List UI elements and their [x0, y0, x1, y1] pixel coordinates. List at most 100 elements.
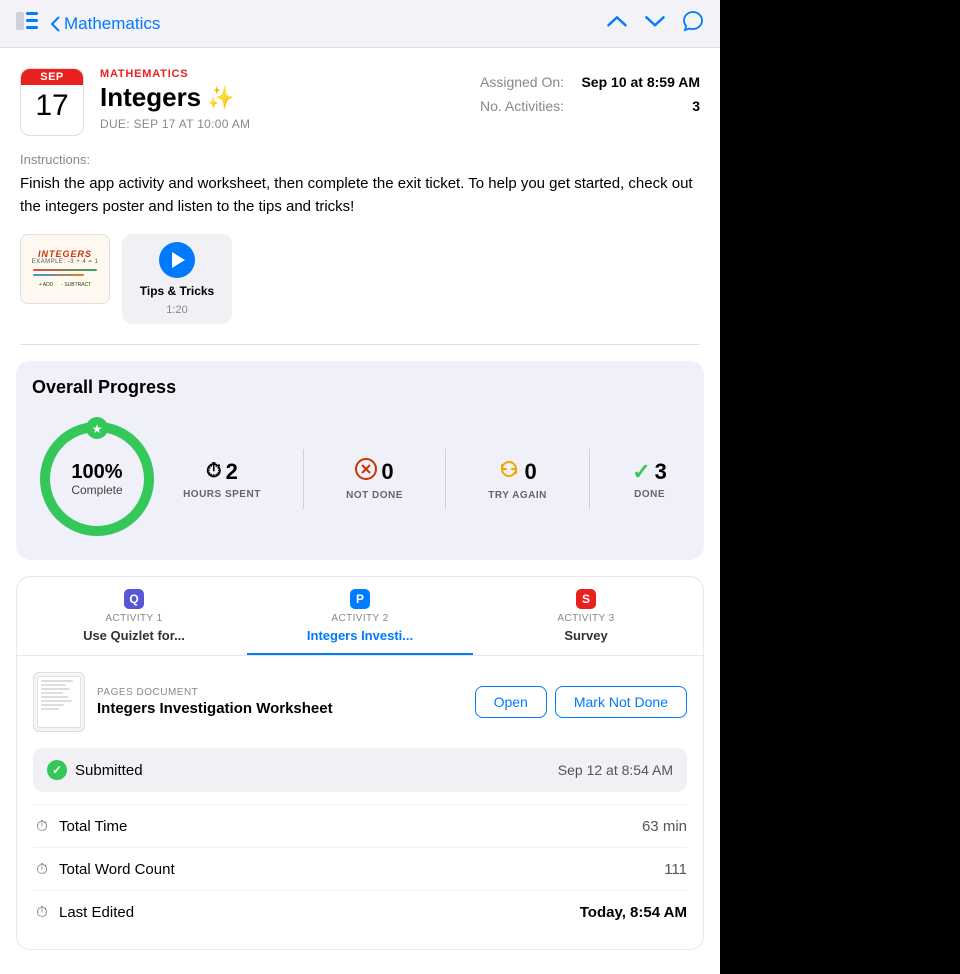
activity-2-number: ACTIVITY 2 — [331, 613, 388, 624]
word-count-icon: ⏱ — [33, 860, 51, 878]
total-time-icon: ⏱ — [33, 817, 51, 835]
sidebar-icon[interactable] — [16, 12, 38, 36]
progress-section: Overall Progress ★ 100% Com — [16, 361, 704, 560]
video-title: Tips & Tricks — [140, 284, 214, 298]
instructions-text: Finish the app activity and worksheet, t… — [20, 173, 700, 218]
submitted-left: ✓ Submitted — [47, 760, 143, 780]
total-time-value: 63 min — [642, 818, 687, 835]
calendar-day: 17 — [35, 85, 68, 124]
tips-tricks-video[interactable]: Tips & Tricks 1:20 — [122, 234, 232, 324]
activity-3-icon: S — [576, 589, 596, 609]
submitted-time: Sep 12 at 8:54 AM — [558, 762, 673, 778]
stat-try-again: 0 TRY AGAIN — [488, 458, 547, 501]
done-icon: ✓ — [632, 459, 650, 485]
activity-tab-3[interactable]: S ACTIVITY 3 Survey — [473, 577, 699, 655]
last-edited-icon: ⏱ — [33, 903, 51, 921]
activity-content: PAGES DOCUMENT Integers Investigation Wo… — [17, 656, 703, 949]
nav-right — [606, 10, 704, 37]
activity-tab-2[interactable]: P ACTIVITY 2 Integers Investi... — [247, 577, 473, 655]
hours-value: 2 — [226, 459, 238, 485]
activity-tab-1[interactable]: Q ACTIVITY 1 Use Quizlet for... — [21, 577, 247, 655]
last-edited-row: ⏱ Last Edited Today, 8:54 AM — [33, 890, 687, 933]
assignment-title-block: MATHEMATICS Integers ✨ DUE: SEP 17 AT 10… — [100, 68, 464, 131]
progress-circle: ★ 100% Complete — [32, 414, 162, 544]
last-edited-value: Today, 8:54 AM — [580, 904, 687, 921]
progress-inner-text: 100% Complete — [71, 461, 122, 497]
not-done-value: 0 — [381, 459, 393, 485]
stat-done: ✓ 3 DONE — [632, 459, 667, 500]
hours-label: HOURS SPENT — [183, 489, 261, 500]
doc-type: PAGES DOCUMENT — [97, 687, 463, 698]
progress-complete-label: Complete — [71, 483, 122, 497]
activity-1-number: ACTIVITY 1 — [105, 613, 162, 624]
stats-rows: ⏱ Total Time 63 min ⏱ Total Word Count 1… — [33, 804, 687, 933]
doc-thumbnail — [33, 672, 85, 732]
doc-name: Integers Investigation Worksheet — [97, 700, 463, 717]
try-again-value: 0 — [524, 459, 536, 485]
due-date: DUE: SEP 17 AT 10:00 AM — [100, 117, 464, 131]
poster-operations: + ADD - SUBTRACT — [37, 281, 94, 289]
word-count-label: Total Word Count — [59, 861, 175, 878]
poster-title: INTEGERS — [38, 249, 92, 259]
open-button[interactable]: Open — [475, 686, 547, 718]
poster-subtitle: EXAMPLE: -3 + 4 = 1 — [32, 259, 99, 265]
back-button[interactable]: Mathematics — [50, 14, 160, 34]
progress-title: Overall Progress — [32, 377, 688, 398]
try-again-icon — [498, 458, 520, 486]
stat-hours-spent: ⏱ 2 HOURS SPENT — [183, 459, 261, 500]
progress-percent: 100% — [71, 461, 122, 483]
calendar-month: SEP — [21, 69, 83, 85]
integers-poster[interactable]: INTEGERS EXAMPLE: -3 + 4 = 1 + ADD - SUB… — [20, 234, 110, 304]
meta-assigned-on: Assigned On: Sep 10 at 8:59 AM — [480, 74, 700, 90]
activity-3-number: ACTIVITY 3 — [557, 613, 614, 624]
mark-not-done-button[interactable]: Mark Not Done — [555, 686, 687, 718]
submitted-label: Submitted — [75, 762, 143, 779]
word-count-value: 111 — [664, 861, 687, 878]
play-button[interactable] — [159, 242, 195, 278]
total-time-row: ⏱ Total Time 63 min — [33, 804, 687, 847]
attachments-section: INTEGERS EXAMPLE: -3 + 4 = 1 + ADD - SUB… — [0, 234, 720, 344]
done-value: 3 — [655, 459, 667, 485]
sparkle-icon: ✨ — [207, 85, 234, 111]
meta-no-activities: No. Activities: 3 — [480, 98, 700, 114]
stat-not-done: 0 NOT DONE — [346, 458, 403, 501]
activity-1-icon: Q — [124, 589, 144, 609]
comment-icon[interactable] — [682, 10, 704, 37]
total-time-label: Total Time — [59, 818, 127, 835]
assignment-meta: Assigned On: Sep 10 at 8:59 AM No. Activ… — [480, 68, 700, 114]
not-done-icon — [355, 458, 377, 486]
right-panel — [720, 0, 960, 974]
word-count-row: ⏱ Total Word Count 111 — [33, 847, 687, 890]
video-duration: 1:20 — [166, 304, 187, 316]
activity-2-name: Integers Investi... — [307, 628, 413, 643]
chevron-down-icon[interactable] — [644, 10, 666, 37]
stat-divider-3 — [589, 449, 590, 509]
top-nav: Mathematics — [0, 0, 720, 48]
activity-tabs: Q ACTIVITY 1 Use Quizlet for... P ACTIVI… — [17, 577, 703, 656]
done-label: DONE — [634, 489, 665, 500]
poster-number-line — [33, 269, 97, 279]
stat-divider-2 — [445, 449, 446, 509]
activity-2-icon: P — [350, 589, 370, 609]
try-again-label: TRY AGAIN — [488, 490, 547, 501]
assignment-title: Integers ✨ — [100, 82, 464, 113]
progress-stats: ⏱ 2 HOURS SPENT — [162, 449, 688, 509]
not-done-label: NOT DONE — [346, 490, 403, 501]
doc-info: PAGES DOCUMENT Integers Investigation Wo… — [97, 687, 463, 717]
calendar-icon: SEP 17 — [20, 68, 84, 136]
activity-3-name: Survey — [564, 628, 607, 643]
svg-text:★: ★ — [92, 422, 103, 436]
chevron-up-icon[interactable] — [606, 10, 628, 37]
submitted-check-icon: ✓ — [47, 760, 67, 780]
nav-left: Mathematics — [16, 12, 160, 36]
back-label: Mathematics — [64, 14, 160, 34]
activity-doc-row: PAGES DOCUMENT Integers Investigation Wo… — [33, 672, 687, 732]
submitted-row: ✓ Submitted Sep 12 at 8:54 AM — [33, 748, 687, 792]
activity-1-name: Use Quizlet for... — [83, 628, 185, 643]
assignment-header: SEP 17 MATHEMATICS Integers ✨ DUE: SEP 1… — [0, 48, 720, 152]
stat-divider-1 — [303, 449, 304, 509]
section-divider — [20, 344, 700, 345]
progress-content: ★ 100% Complete ⏱ 2 HOURS SPENT — [32, 414, 688, 544]
instructions-label: Instructions: — [20, 152, 700, 167]
doc-actions: Open Mark Not Done — [475, 686, 687, 718]
